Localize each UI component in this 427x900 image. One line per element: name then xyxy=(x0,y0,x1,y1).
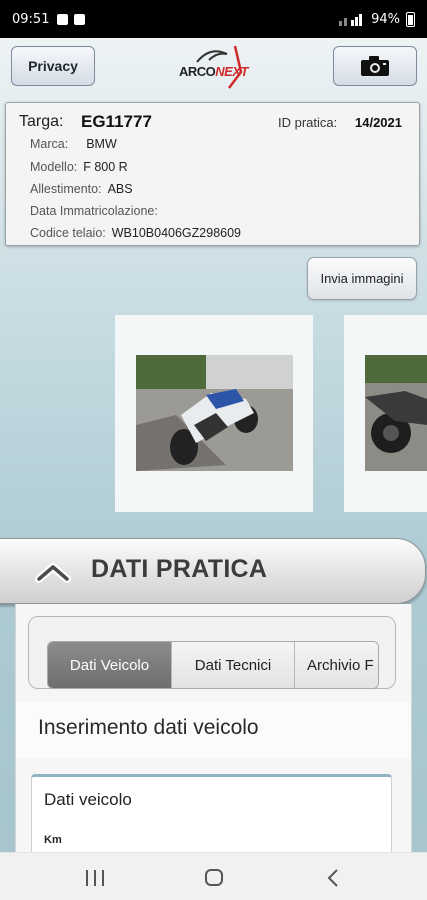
vehicle-field-data-immatricolazione: Data Immatricolazione: xyxy=(30,204,164,218)
app-header: Privacy ARCONEXT xyxy=(0,38,427,96)
battery-icon xyxy=(406,11,415,27)
image-notification-icon xyxy=(57,13,69,25)
notification-icons xyxy=(57,13,86,25)
back-icon[interactable] xyxy=(326,868,340,888)
id-pratica-value: 14/2021 xyxy=(355,115,402,130)
invia-immagini-button[interactable]: Invia immagini xyxy=(307,257,417,300)
pratica-panel: Dati Veicolo Dati Tecnici Archivio F Ins… xyxy=(15,604,412,864)
camera-icon xyxy=(361,56,389,76)
tab-archivio[interactable]: Archivio F xyxy=(295,642,378,688)
field-label: Allestimento: xyxy=(30,182,102,196)
dati-pratica-collapse-bar[interactable]: DATI PRATICA xyxy=(0,538,426,604)
field-label: Modello: xyxy=(30,160,78,174)
field-value: WB10B0406GZ298609 xyxy=(111,226,242,240)
dati-veicolo-card: Dati veicolo Km xyxy=(31,774,392,864)
field-value: BMW xyxy=(86,137,117,151)
arconext-logo: ARCONEXT xyxy=(175,42,255,92)
field-value: F 800 R xyxy=(83,160,128,174)
field-label: Data Immatricolazione: xyxy=(30,204,158,218)
chevron-up-icon xyxy=(35,563,71,583)
tabs-container: Dati Veicolo Dati Tecnici Archivio F xyxy=(28,616,396,689)
system-nav-bar xyxy=(0,852,427,900)
section-title: Inserimento dati veicolo xyxy=(16,702,411,758)
tab-bar: Dati Veicolo Dati Tecnici Archivio F xyxy=(47,641,379,689)
field-label: Codice telaio: xyxy=(30,226,106,240)
motorcycle-photo xyxy=(136,355,293,471)
id-pratica-label: ID pratica: xyxy=(278,115,338,130)
logo-text: ARCONEXT xyxy=(179,64,248,79)
photo-thumbnail[interactable] xyxy=(344,315,427,512)
privacy-button[interactable]: Privacy xyxy=(11,46,95,86)
vehicle-field-allestimento: Allestimento: ABS xyxy=(30,182,133,196)
battery-percent: 94% xyxy=(371,11,400,27)
logo-suffix: NEXT xyxy=(215,64,248,79)
card-title: Dati veicolo xyxy=(44,790,132,809)
field-value: ABS xyxy=(107,182,133,196)
tab-dati-tecnici[interactable]: Dati Tecnici xyxy=(172,642,295,688)
logo-prefix: ARCO xyxy=(179,64,216,79)
field-label: Marca: xyxy=(30,137,69,151)
check-notification-icon xyxy=(74,13,86,25)
vehicle-field-codice-telaio: Codice telaio: WB10B0406GZ298609 xyxy=(30,226,241,240)
photo-thumbnail[interactable] xyxy=(115,315,313,512)
dati-pratica-title: DATI PRATICA xyxy=(91,555,268,583)
targa-value: EG11777 xyxy=(81,112,152,131)
status-bar: 09:51 94% xyxy=(0,0,427,38)
vehicle-field-modello: Modello: F 800 R xyxy=(30,160,128,174)
home-icon[interactable] xyxy=(205,869,223,886)
vehicle-info-card: Targa: EG11777 ID pratica: 14/2021 Marca… xyxy=(5,102,420,246)
tab-dati-veicolo[interactable]: Dati Veicolo xyxy=(48,642,172,688)
recents-icon[interactable] xyxy=(86,870,104,886)
motorcycle-photo xyxy=(365,355,427,471)
camera-button[interactable] xyxy=(333,46,417,86)
status-time: 09:51 xyxy=(12,11,50,27)
km-label: Km xyxy=(44,834,62,846)
signal-icon xyxy=(339,14,363,26)
vehicle-field-marca: Marca: BMW xyxy=(30,137,117,151)
targa-label: Targa: xyxy=(19,113,64,130)
